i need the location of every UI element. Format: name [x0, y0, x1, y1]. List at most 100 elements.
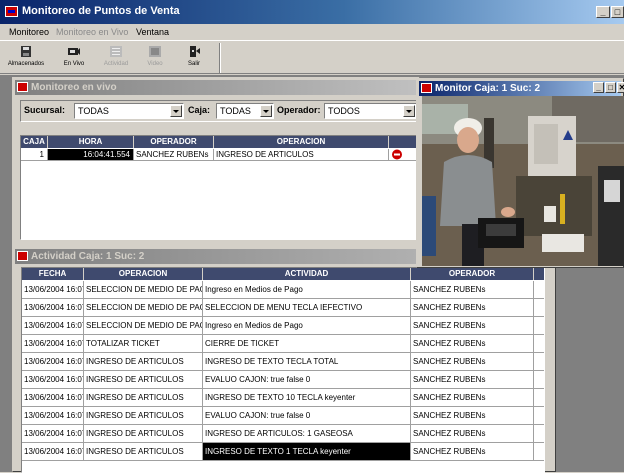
live-monitor-title: Monitoreo en vivo	[31, 82, 117, 93]
col-header-actividad: ACTIVIDAD	[203, 268, 411, 280]
cell-operador: SANCHEZ RUBENs	[411, 425, 534, 443]
close-icon[interactable]: ✕	[617, 82, 624, 93]
caja-label: Caja:	[188, 105, 211, 115]
cell-operacion: INGRESO DE ARTICULOS	[84, 407, 203, 425]
salir-button[interactable]: Salir	[172, 43, 216, 73]
actividad-label: Actividad	[103, 61, 129, 67]
menu-monitoreo-en-vivo[interactable]: Monitoreo en Vivo	[56, 27, 128, 37]
toolbar-separator	[219, 43, 221, 73]
cell-fecha: 13/06/2004 16:07	[22, 281, 84, 299]
window-icon	[17, 82, 28, 92]
list-icon	[110, 46, 122, 57]
camera-icon	[68, 48, 80, 55]
cell-actividad: EVALUO CAJON: true false 0	[203, 407, 411, 425]
window-icon	[421, 83, 432, 93]
cell-actividad: Ingreso en Medios de Pago	[203, 281, 411, 299]
cell-operacion: SELECCION DE MEDIO DE PAGO	[84, 299, 203, 317]
cell-actividad: INGRESO DE TEXTO TECLA TOTAL	[203, 353, 411, 371]
cell-hora: 16:04:41.554	[48, 149, 134, 161]
operador-select[interactable]: TODOS	[324, 103, 417, 119]
stop-icon[interactable]	[391, 149, 403, 160]
chevron-down-icon[interactable]	[403, 105, 415, 117]
cell-blank	[534, 281, 544, 299]
cell-fecha: 13/06/2004 16:07	[22, 353, 84, 371]
activity-window: Actividad Caja: 1 Suc: 2 FECHA OPERACION…	[12, 246, 556, 473]
menu-ventana[interactable]: Ventana	[136, 27, 169, 37]
sucursal-select[interactable]: TODAS	[74, 103, 184, 119]
camera-title-bar: Monitor Caja: 1 Suc: 2 _ □ ✕	[419, 81, 624, 96]
window-icon	[17, 251, 28, 261]
cell-operacion: INGRESO DE ARTICULOS	[84, 443, 203, 461]
minimize-icon[interactable]: _	[596, 6, 610, 18]
cell-caja: 1	[21, 149, 48, 161]
cell-blank	[534, 299, 544, 317]
col-header-hora: HORA	[48, 136, 134, 148]
app-icon	[5, 6, 18, 17]
cell-actividad: INGRESO DE TEXTO 1 TECLA keyenter	[203, 443, 411, 461]
menu-monitoreo[interactable]: Monitoreo	[9, 27, 49, 37]
cell-operador: SANCHEZ RUBENs	[411, 317, 534, 335]
en-vivo-button[interactable]: En Vivo	[52, 43, 96, 73]
app-title-bar: Monitoreo de Puntos de Venta _ □	[0, 0, 624, 24]
camera-feed-video	[422, 96, 624, 266]
cell-actividad: SELECCION DE MENU TECLA IEFECTIVO	[203, 299, 411, 317]
cell-operador: SANCHEZ RUBENs	[411, 353, 534, 371]
cell-fecha: 13/06/2004 16:07	[22, 407, 84, 425]
cell-operador: SANCHEZ RUBENs	[411, 407, 534, 425]
cell-operacion: INGRESO DE ARTICULOS	[84, 389, 203, 407]
col-header-blank	[389, 136, 417, 148]
cell-blank	[534, 425, 544, 443]
cell-fecha: 13/06/2004 16:07	[22, 335, 84, 353]
cell-operador: SANCHEZ RUBENs	[411, 281, 534, 299]
almacenados-button[interactable]: Almacenados	[4, 43, 48, 73]
cell-fecha: 13/06/2004 16:07	[22, 317, 84, 335]
camera-title: Monitor Caja: 1 Suc: 2	[435, 83, 541, 94]
en-vivo-label: En Vivo	[63, 61, 85, 67]
minimize-icon[interactable]: _	[593, 82, 604, 93]
col-header-operacion: OPERACION	[214, 136, 389, 148]
cell-blank	[534, 389, 544, 407]
cell-operacion: INGRESO DE ARTICULOS	[84, 371, 203, 389]
cell-actividad: Ingreso en Medios de Pago	[203, 317, 411, 335]
chevron-down-icon[interactable]	[260, 105, 272, 117]
cell-stop	[389, 149, 417, 161]
cell-operacion: TOTALIZAR TICKET	[84, 335, 203, 353]
cell-actividad: EVALUO CAJON: true false 0	[203, 371, 411, 389]
exit-door-icon	[190, 46, 200, 57]
live-grid: CAJA HORA OPERADOR OPERACION 1 16:04:41.…	[20, 135, 418, 240]
cell-operacion: INGRESO DE ARTICULOS	[84, 353, 203, 371]
cell-fecha: 13/06/2004 16:07	[22, 299, 84, 317]
cell-operador: SANCHEZ RUBENs	[411, 335, 534, 353]
menu-bar: Monitoreo Monitoreo en Vivo Ventana	[0, 24, 624, 40]
chevron-down-icon[interactable]	[170, 105, 182, 117]
maximize-icon[interactable]: □	[605, 82, 616, 93]
col-header-caja: CAJA	[21, 136, 48, 148]
cell-operador: SANCHEZ RUBENs	[411, 443, 534, 461]
almacenados-label: Almacenados	[7, 61, 45, 67]
cell-blank	[534, 317, 544, 335]
disk-stack-icon	[21, 46, 31, 57]
video-label: Video	[147, 61, 163, 67]
col-header-blank	[534, 268, 544, 280]
sucursal-label: Sucursal:	[24, 105, 66, 115]
cell-blank	[534, 353, 544, 371]
activity-title: Actividad Caja: 1 Suc: 2	[31, 251, 145, 262]
live-monitor-window: Monitoreo en vivo Sucursal: TODAS Caja: …	[12, 77, 420, 247]
cell-operacion: INGRESO DE ARTICULOS	[214, 149, 389, 161]
activity-grid: FECHA OPERACION ACTIVIDAD OPERADOR 13/06…	[21, 267, 545, 473]
caja-value: TODAS	[220, 106, 251, 116]
restore-icon[interactable]: □	[611, 6, 624, 18]
cell-actividad: INGRESO DE ARTICULOS: 1 GASEOSA	[203, 425, 411, 443]
sucursal-value: TODAS	[78, 106, 109, 116]
operador-value: TODOS	[328, 106, 360, 116]
cell-operador: SANCHEZ RUBENs	[411, 371, 534, 389]
caja-select[interactable]: TODAS	[216, 103, 274, 119]
actividad-button[interactable]: Actividad	[94, 43, 138, 73]
video-button[interactable]: Video	[133, 43, 177, 73]
col-header-operacion: OPERACION	[84, 268, 203, 280]
cell-fecha: 13/06/2004 16:07	[22, 443, 84, 461]
cell-operacion: INGRESO DE ARTICULOS	[84, 425, 203, 443]
cell-operador: SANCHEZ RUBENs	[134, 149, 214, 161]
salir-label: Salir	[187, 61, 200, 67]
cell-operador: SANCHEZ RUBENs	[411, 389, 534, 407]
